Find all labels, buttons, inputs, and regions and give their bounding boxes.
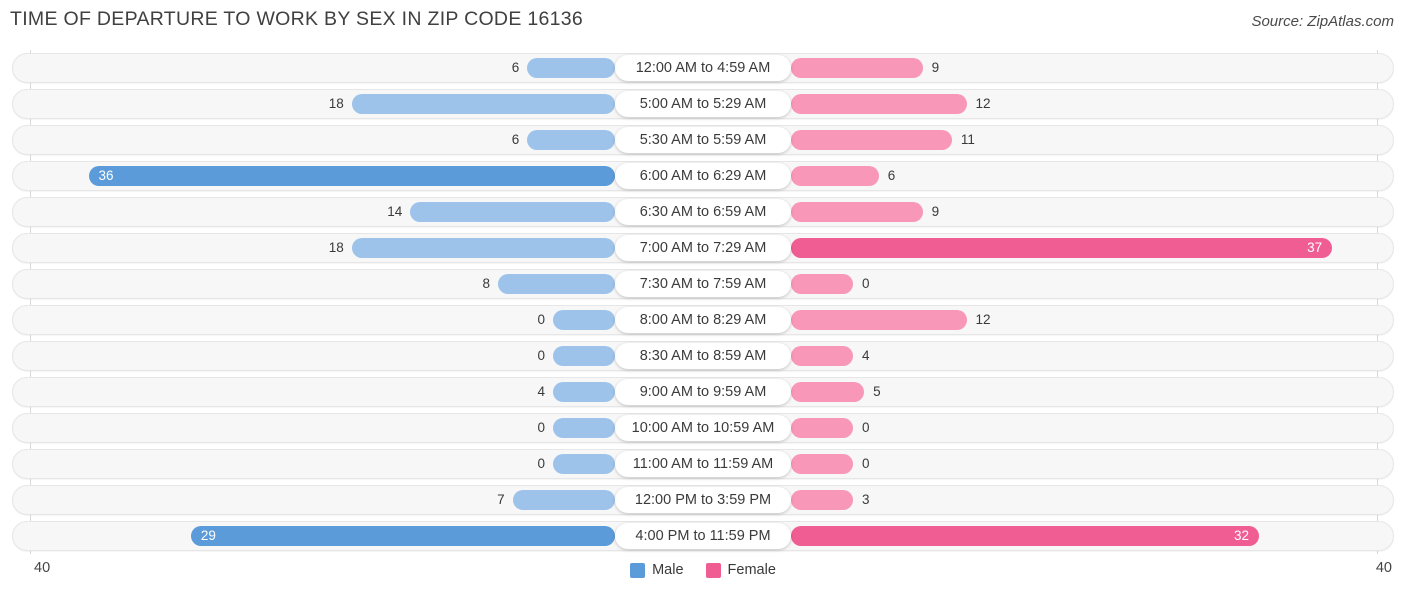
category-label-pill: 8:00 AM to 8:29 AM — [615, 307, 791, 333]
bar-female[interactable] — [791, 202, 923, 222]
bar-value-male: 18 — [328, 240, 344, 255]
bar-value-male: 0 — [537, 420, 545, 435]
chart-row: 0 0 11:00 AM to 11:59 AM — [12, 449, 1394, 479]
category-label-pill: 7:00 AM to 7:29 AM — [615, 235, 791, 261]
legend-swatch-icon — [705, 562, 721, 578]
bar-male[interactable] — [410, 202, 615, 222]
bar-value-female: 12 — [975, 96, 991, 111]
bar-male[interactable] — [553, 346, 615, 366]
category-label-pill: 8:30 AM to 8:59 AM — [615, 343, 791, 369]
bar-value-female: 37 — [1307, 240, 1323, 255]
source-attribution: Source: ZipAtlas.com — [1251, 13, 1394, 30]
category-label-pill: 12:00 AM to 4:59 AM — [615, 55, 791, 81]
bar-female[interactable] — [791, 274, 853, 294]
bar-male[interactable] — [498, 274, 615, 294]
bar-value-male: 0 — [537, 348, 545, 363]
bar-male[interactable] — [351, 238, 615, 258]
chart-row: 4 5 9:00 AM to 9:59 AM — [12, 377, 1394, 407]
bar-male[interactable] — [88, 166, 615, 186]
bar-value-male: 6 — [511, 60, 520, 75]
bar-male[interactable] — [527, 130, 615, 150]
legend-item[interactable]: Female — [705, 562, 776, 578]
chart-row: 0 12 8:00 AM to 8:29 AM — [12, 305, 1394, 335]
bar-value-male: 0 — [537, 312, 545, 327]
bar-value-female: 9 — [931, 204, 940, 219]
bar-value-female: 4 — [862, 348, 870, 363]
chart-row: 18 12 5:00 AM to 5:29 AM — [12, 89, 1394, 119]
bar-male[interactable] — [553, 418, 615, 438]
chart-row: 0 4 8:30 AM to 8:59 AM — [12, 341, 1394, 371]
category-label-pill: 4:00 PM to 11:59 PM — [615, 523, 791, 549]
chart-row: 6 9 12:00 AM to 4:59 AM — [12, 53, 1394, 83]
legend-label: Male — [652, 562, 684, 578]
bar-value-female: 0 — [862, 276, 870, 291]
legend-item[interactable]: Male — [630, 562, 684, 578]
bar-value-female: 32 — [1233, 528, 1249, 543]
bar-male[interactable] — [553, 454, 615, 474]
bar-value-female: 3 — [862, 492, 870, 507]
bar-male[interactable] — [553, 310, 615, 330]
bar-female[interactable] — [791, 58, 923, 78]
chart-row: 18 37 7:00 AM to 7:29 AM — [12, 233, 1394, 263]
bar-male[interactable] — [190, 526, 615, 546]
chart-row: 29 32 4:00 PM to 11:59 PM — [12, 521, 1394, 551]
bar-value-male: 14 — [387, 204, 403, 219]
chart-row: 0 0 10:00 AM to 10:59 AM — [12, 413, 1394, 443]
bar-male[interactable] — [527, 58, 615, 78]
bar-value-male: 4 — [537, 384, 545, 399]
bar-male[interactable] — [351, 94, 615, 114]
category-label-pill: 11:00 AM to 11:59 AM — [615, 451, 791, 477]
chart-row: 7 3 12:00 PM to 3:59 PM — [12, 485, 1394, 515]
bar-value-female: 0 — [862, 456, 870, 471]
bar-female[interactable] — [791, 418, 853, 438]
bar-male[interactable] — [512, 490, 615, 510]
category-label-pill: 10:00 AM to 10:59 AM — [615, 415, 791, 441]
bar-female[interactable] — [791, 166, 879, 186]
bar-value-male: 6 — [511, 132, 520, 147]
chart-legend: Male Female — [0, 562, 1406, 578]
category-label-pill: 12:00 PM to 3:59 PM — [615, 487, 791, 513]
chart-row: 6 11 5:30 AM to 5:59 AM — [12, 125, 1394, 155]
category-label-pill: 6:00 AM to 6:29 AM — [615, 163, 791, 189]
bar-value-male: 8 — [482, 276, 490, 291]
bar-female[interactable] — [791, 454, 853, 474]
bar-male[interactable] — [553, 382, 615, 402]
bar-value-male: 29 — [200, 528, 216, 543]
category-label-pill: 9:00 AM to 9:59 AM — [615, 379, 791, 405]
chart-footer: 40 40 Male Female — [0, 554, 1406, 594]
legend-swatch-icon — [630, 562, 646, 578]
bar-value-male: 36 — [98, 168, 114, 183]
category-label-pill: 5:30 AM to 5:59 AM — [615, 127, 791, 153]
chart-row: 36 6 6:00 AM to 6:29 AM — [12, 161, 1394, 191]
chart-row: 8 0 7:30 AM to 7:59 AM — [12, 269, 1394, 299]
bar-value-female: 12 — [975, 312, 991, 327]
bar-female[interactable] — [791, 346, 853, 366]
legend-label: Female — [727, 562, 776, 578]
bar-value-male: 7 — [497, 492, 505, 507]
bar-female[interactable] — [791, 490, 853, 510]
category-label-pill: 7:30 AM to 7:59 AM — [615, 271, 791, 297]
bar-value-male: 18 — [328, 96, 344, 111]
bar-value-female: 0 — [862, 420, 870, 435]
bar-female[interactable] — [791, 310, 967, 330]
bar-female[interactable] — [791, 382, 865, 402]
category-label-pill: 6:30 AM to 6:59 AM — [615, 199, 791, 225]
plot-area: 6 9 12:00 AM to 4:59 AM 18 12 5:00 AM to 5:29… — [0, 50, 1406, 554]
bar-value-female: 9 — [931, 60, 940, 75]
bar-female[interactable] — [791, 130, 952, 150]
page-title: TIME OF DEPARTURE TO WORK BY SEX IN ZIP … — [10, 8, 584, 30]
bar-value-female: 11 — [960, 132, 975, 147]
bar-female[interactable] — [791, 238, 1333, 258]
category-label-pill: 5:00 AM to 5:29 AM — [615, 91, 791, 117]
chart-row: 14 9 6:30 AM to 6:59 AM — [12, 197, 1394, 227]
chart-root: TIME OF DEPARTURE TO WORK BY SEX IN ZIP … — [0, 0, 1406, 594]
bar-female[interactable] — [791, 94, 967, 114]
bar-value-male: 0 — [537, 456, 545, 471]
bar-value-female: 6 — [887, 168, 896, 183]
bar-value-female: 5 — [873, 384, 881, 399]
